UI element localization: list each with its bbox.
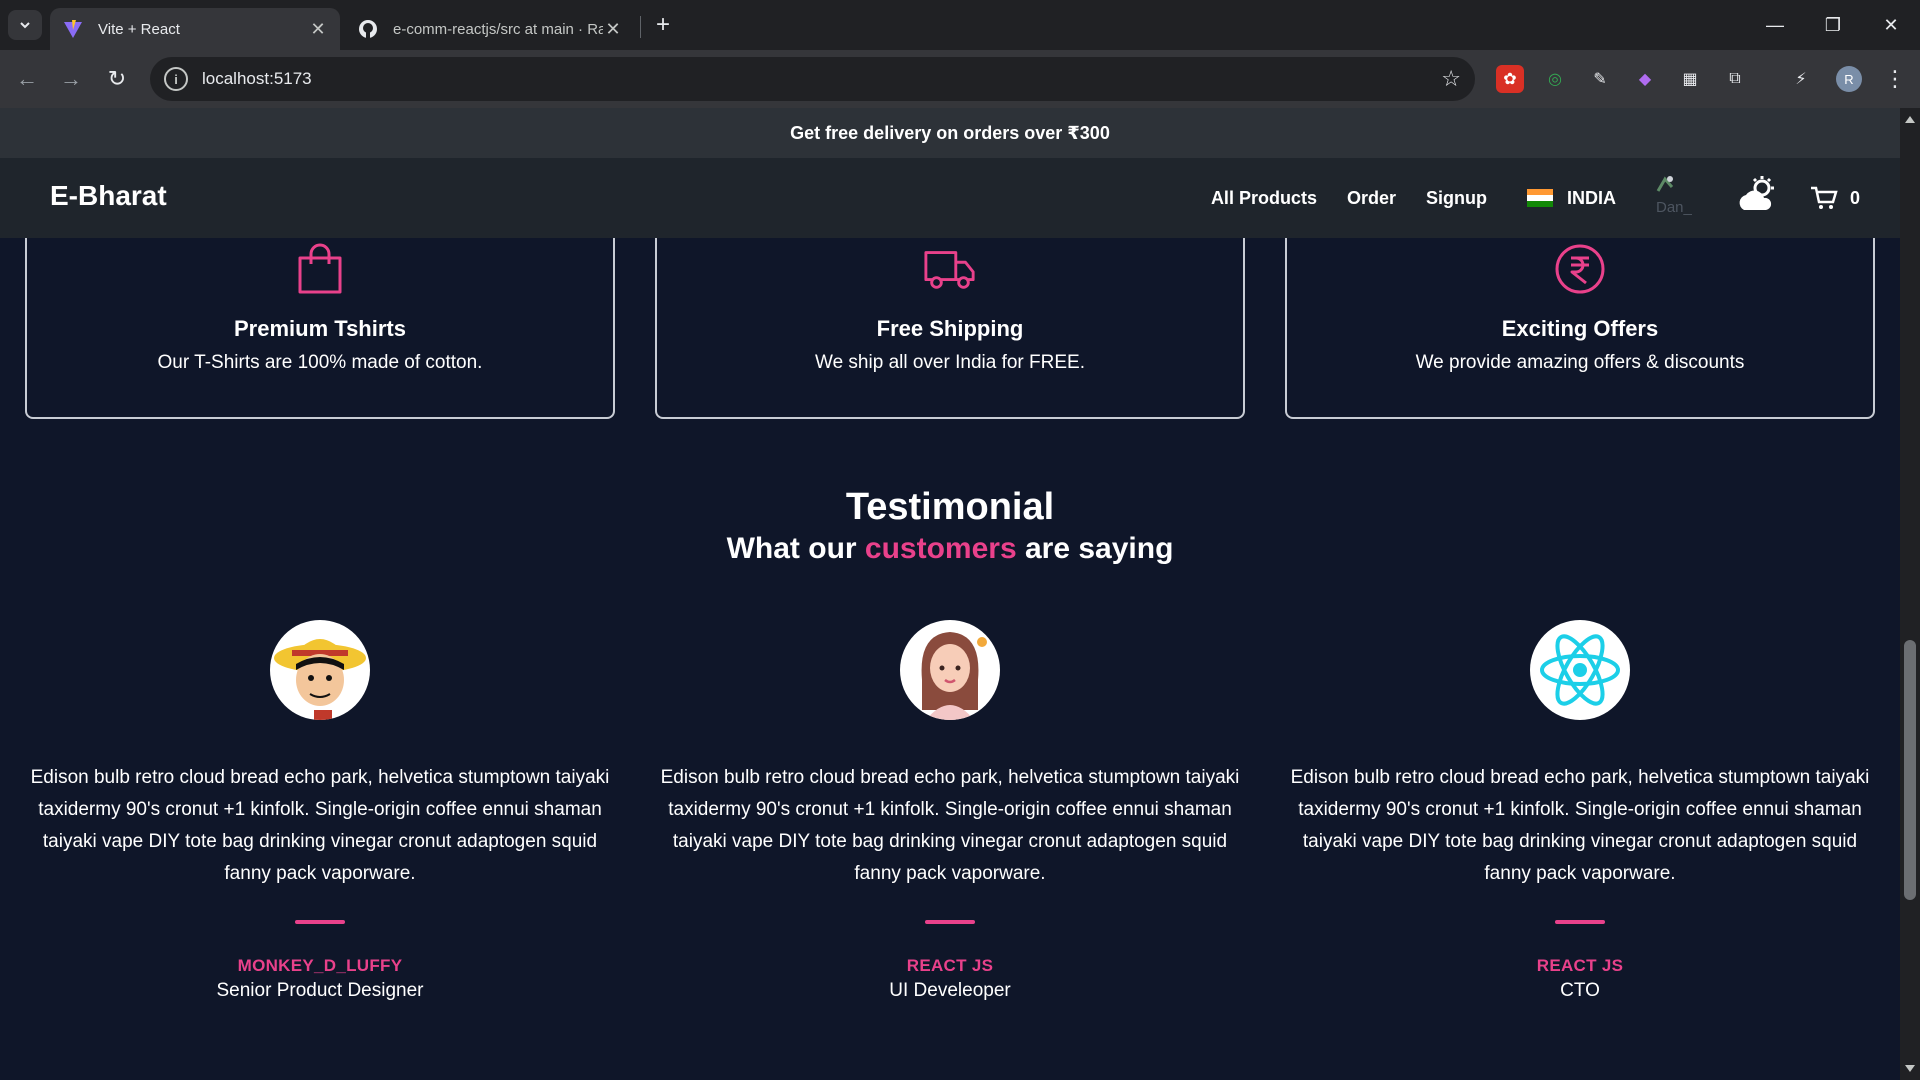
testimonial-quote: Edison bulb retro cloud bread echo park,… [1290,767,1870,884]
feature-description: We provide amazing offers & discounts [1415,352,1745,373]
feature-card: Free Shipping We ship all over India for… [655,238,1245,419]
close-icon[interactable]: ✕ [603,19,623,39]
browser-tab-active[interactable]: Vite + React ✕ [50,8,340,50]
profile-avatar[interactable]: R [1836,66,1862,92]
feature-card: Exciting Offers We provide amazing offer… [1285,238,1875,419]
nav-link-order[interactable]: Order [1347,188,1396,209]
scroll-down-icon[interactable] [1905,1065,1915,1072]
rupee-icon [1553,242,1607,296]
testimonial-quote: Edison bulb retro cloud bread echo park,… [660,767,1240,884]
testimonial-card: Edison bulb retro cloud bread echo park,… [25,620,615,1002]
testimonial-quote: Edison bulb retro cloud bread echo park,… [30,767,610,884]
feature-title: Exciting Offers [1501,316,1659,341]
cart-icon [1810,186,1838,209]
tab-search-button[interactable] [8,10,42,40]
promo-banner: Get free delivery on orders over ₹300 [0,108,1900,158]
eyedropper-icon[interactable]: ✎ [1586,65,1614,93]
cart-count: 0 [1849,187,1860,208]
performance-icon[interactable]: ⚡ [1787,65,1815,93]
scroll-up-icon[interactable] [1905,116,1915,123]
feature-description: We ship all over India for FREE. [815,352,1085,373]
react-logo-icon [1530,620,1630,720]
browser-tabstrip: Vite + React ✕ e-comm-reactjs/src at mai… [0,0,1920,50]
feature-title: Free Shipping [876,316,1024,341]
forward-icon[interactable]: → [56,64,86,94]
feature-title: Premium Tshirts [234,316,406,341]
testimonial-role: Senior Product Designer [216,980,424,1001]
feature-description: Our T-Shirts are 100% made of cotton. [157,352,483,373]
avatar-luffy [270,620,370,720]
section-title: Testimonial [845,486,1055,528]
country-label: INDIA [1566,187,1616,208]
testimonial-name: MONKEY_D_LUFFY [237,956,403,975]
nav-link-all-products[interactable]: All Products [1211,188,1317,209]
address-bar[interactable]: i localhost:5173 ☆ [150,57,1475,101]
truck-icon [923,242,977,296]
accent-divider [295,920,345,924]
extensions-puzzle-icon[interactable]: ⧉ [1721,65,1749,93]
site-info-icon[interactable]: i [164,67,188,91]
scrollbar-thumb[interactable] [1904,640,1916,900]
browser-tab[interactable]: e-comm-reactjs/src at main · Ra ✕ [345,8,635,50]
reload-icon[interactable]: ↻ [102,64,132,94]
testimonial-name: REACT JS [1536,956,1624,975]
site-navbar: E-Bharat All Products Order Signup INDIA… [0,158,1900,238]
url-text[interactable]: localhost:5173 [202,69,1441,89]
country-selector[interactable]: INDIA [1526,187,1616,209]
testimonial-card: Edison bulb retro cloud bread echo park,… [1285,620,1875,1002]
qr-code-icon[interactable]: ▦ [1676,65,1704,93]
page-scrollbar[interactable] [1900,108,1920,1080]
bookmark-star-icon[interactable]: ☆ [1441,66,1461,92]
accent-divider [925,920,975,924]
user-alt-text: Dan_ [1655,199,1692,216]
testimonial-card: Edison bulb retro cloud bread echo park,… [655,620,1245,1002]
browser-toolbar: ← → ↻ i localhost:5173 ☆ ✿ ◎ ✎ ◆ ▦ ⧉ ⚡ [0,50,1920,108]
broken-image-icon [1656,176,1674,192]
close-window-icon[interactable]: ✕ [1862,0,1920,50]
close-icon[interactable]: ✕ [308,19,328,39]
tab-title: e-comm-reactjs/src at main · Ra [393,20,603,38]
chevron-down-icon [20,22,30,29]
testimonial-name: REACT JS [906,956,994,975]
back-icon[interactable]: ← [12,64,42,94]
tab-divider [640,16,641,38]
tab-title: Vite + React [98,20,180,38]
subtitle-prefix: What our [726,532,865,565]
testimonial-role: UI Develeoper [889,980,1011,1001]
page-viewport: Get free delivery on orders over ₹300 E-… [0,108,1900,1080]
nav-links: All Products Order Signup INDIA Dan_ 0 [1181,158,1900,238]
minimize-icon[interactable]: — [1746,0,1804,50]
extension-icon[interactable]: ◆ [1631,65,1659,93]
extension-icon[interactable]: ✿ [1496,65,1524,93]
vite-icon [62,18,84,40]
india-flag-icon [1526,189,1553,207]
cart-button[interactable]: 0 [1810,185,1860,211]
accent-divider [1555,920,1605,924]
brand-logo[interactable]: E-Bharat [50,180,167,212]
subtitle-suffix: are saying [1016,532,1174,565]
feature-card: Premium Tshirts Our T-Shirts are 100% ma… [25,238,615,419]
testimonial-role: CTO [1560,980,1600,1001]
weather-cloud-sun-icon[interactable] [1736,174,1780,223]
extension-icon[interactable]: ◎ [1541,65,1569,93]
new-tab-button[interactable]: + [650,11,676,38]
avatar-woman [900,620,1000,720]
user-avatar-image[interactable]: Dan_ [1656,175,1706,221]
restore-icon[interactable]: ❐ [1804,0,1862,50]
shopping-bag-icon [293,242,347,296]
github-icon [357,18,379,40]
nav-link-signup[interactable]: Signup [1426,188,1487,209]
section-subtitle: What our customers are saying [0,532,1900,566]
subtitle-accent: customers [864,532,1017,565]
more-menu-icon[interactable]: ⋮ [1884,66,1906,92]
window-controls: — ❐ ✕ [1746,0,1920,50]
